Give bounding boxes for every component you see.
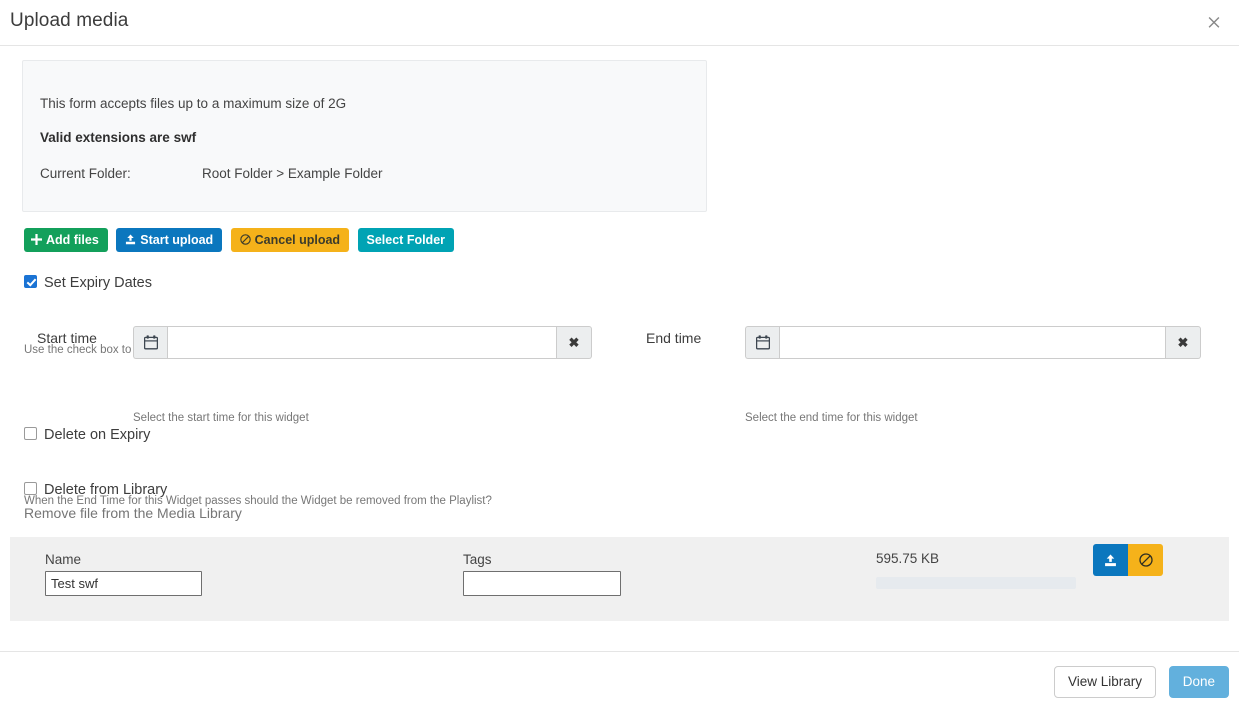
max-size-text: This form accepts files up to a maximum … xyxy=(40,96,346,111)
end-time-help: Select the end time for this widget xyxy=(745,412,918,424)
delete-from-library-help: Remove file from the Media Library xyxy=(24,505,242,521)
plus-icon xyxy=(31,234,42,245)
file-cancel-button[interactable] xyxy=(1128,544,1163,576)
calendar-icon[interactable] xyxy=(745,326,779,359)
set-expiry-dates-checkbox[interactable] xyxy=(24,275,37,288)
current-folder-value: Root Folder > Example Folder xyxy=(202,166,382,181)
file-row-actions xyxy=(1093,544,1163,576)
delete-on-expiry-label: Delete on Expiry xyxy=(44,427,150,443)
delete-on-expiry-checkbox[interactable] xyxy=(24,427,37,440)
valid-extensions-text: Valid extensions are swf xyxy=(40,130,196,145)
file-name-label: Name xyxy=(45,552,81,567)
start-time-input[interactable] xyxy=(167,326,557,359)
file-upload-progress xyxy=(876,577,1076,589)
select-folder-button[interactable]: Select Folder xyxy=(358,228,455,252)
delete-from-library-row[interactable]: Delete from Library xyxy=(24,482,167,498)
delete-from-library-checkbox[interactable] xyxy=(24,482,37,495)
upload-media-modal: Upload media This form accepts files up … xyxy=(0,0,1239,709)
ban-icon xyxy=(1139,553,1153,567)
start-upload-button[interactable]: Start upload xyxy=(116,228,222,252)
done-button[interactable]: Done xyxy=(1169,666,1229,698)
add-files-label: Add files xyxy=(46,233,99,247)
view-library-button[interactable]: View Library xyxy=(1054,666,1156,698)
start-time-clear-button[interactable]: ✖ xyxy=(557,326,592,359)
delete-from-library-label: Delete from Library xyxy=(44,482,167,498)
page-title: Upload media xyxy=(10,10,128,32)
select-folder-label: Select Folder xyxy=(367,233,446,247)
upload-icon xyxy=(125,234,136,245)
start-upload-label: Start upload xyxy=(140,233,213,247)
start-time-label: Start time xyxy=(37,330,97,346)
file-upload-button[interactable] xyxy=(1093,544,1128,576)
file-tags-label: Tags xyxy=(463,552,492,567)
file-row: Name Tags 595.75 KB xyxy=(10,537,1229,621)
end-time-input-group: ✖ xyxy=(745,326,1201,359)
set-expiry-dates-label: Set Expiry Dates xyxy=(44,275,152,291)
set-expiry-dates-row[interactable]: Set Expiry Dates xyxy=(24,275,152,291)
modal-header: Upload media xyxy=(0,0,1239,46)
close-icon[interactable] xyxy=(1208,11,1230,33)
end-time-clear-button[interactable]: ✖ xyxy=(1166,326,1201,359)
modal-footer: View Library Done xyxy=(0,651,1239,709)
start-time-help: Select the start time for this widget xyxy=(133,412,309,424)
add-files-button[interactable]: Add files xyxy=(24,228,108,252)
delete-on-expiry-row[interactable]: Delete on Expiry xyxy=(24,427,150,443)
file-size: 595.75 KB xyxy=(876,551,939,566)
cancel-upload-label: Cancel upload xyxy=(255,233,340,247)
end-time-input[interactable] xyxy=(779,326,1166,359)
current-folder-label: Current Folder: xyxy=(40,166,131,181)
calendar-icon[interactable] xyxy=(133,326,167,359)
file-tags-input[interactable] xyxy=(463,571,621,596)
upload-info-panel: This form accepts files up to a maximum … xyxy=(22,60,707,212)
start-time-input-group: ✖ xyxy=(133,326,592,359)
upload-actions-toolbar: Add files Start upload Cancel upload Sel… xyxy=(24,228,458,252)
cancel-upload-button[interactable]: Cancel upload xyxy=(231,228,349,252)
file-name-input[interactable] xyxy=(45,571,202,596)
ban-icon xyxy=(240,234,251,245)
upload-icon xyxy=(1104,554,1117,567)
end-time-label: End time xyxy=(646,330,701,346)
modal-body: This form accepts files up to a maximum … xyxy=(0,46,1239,651)
